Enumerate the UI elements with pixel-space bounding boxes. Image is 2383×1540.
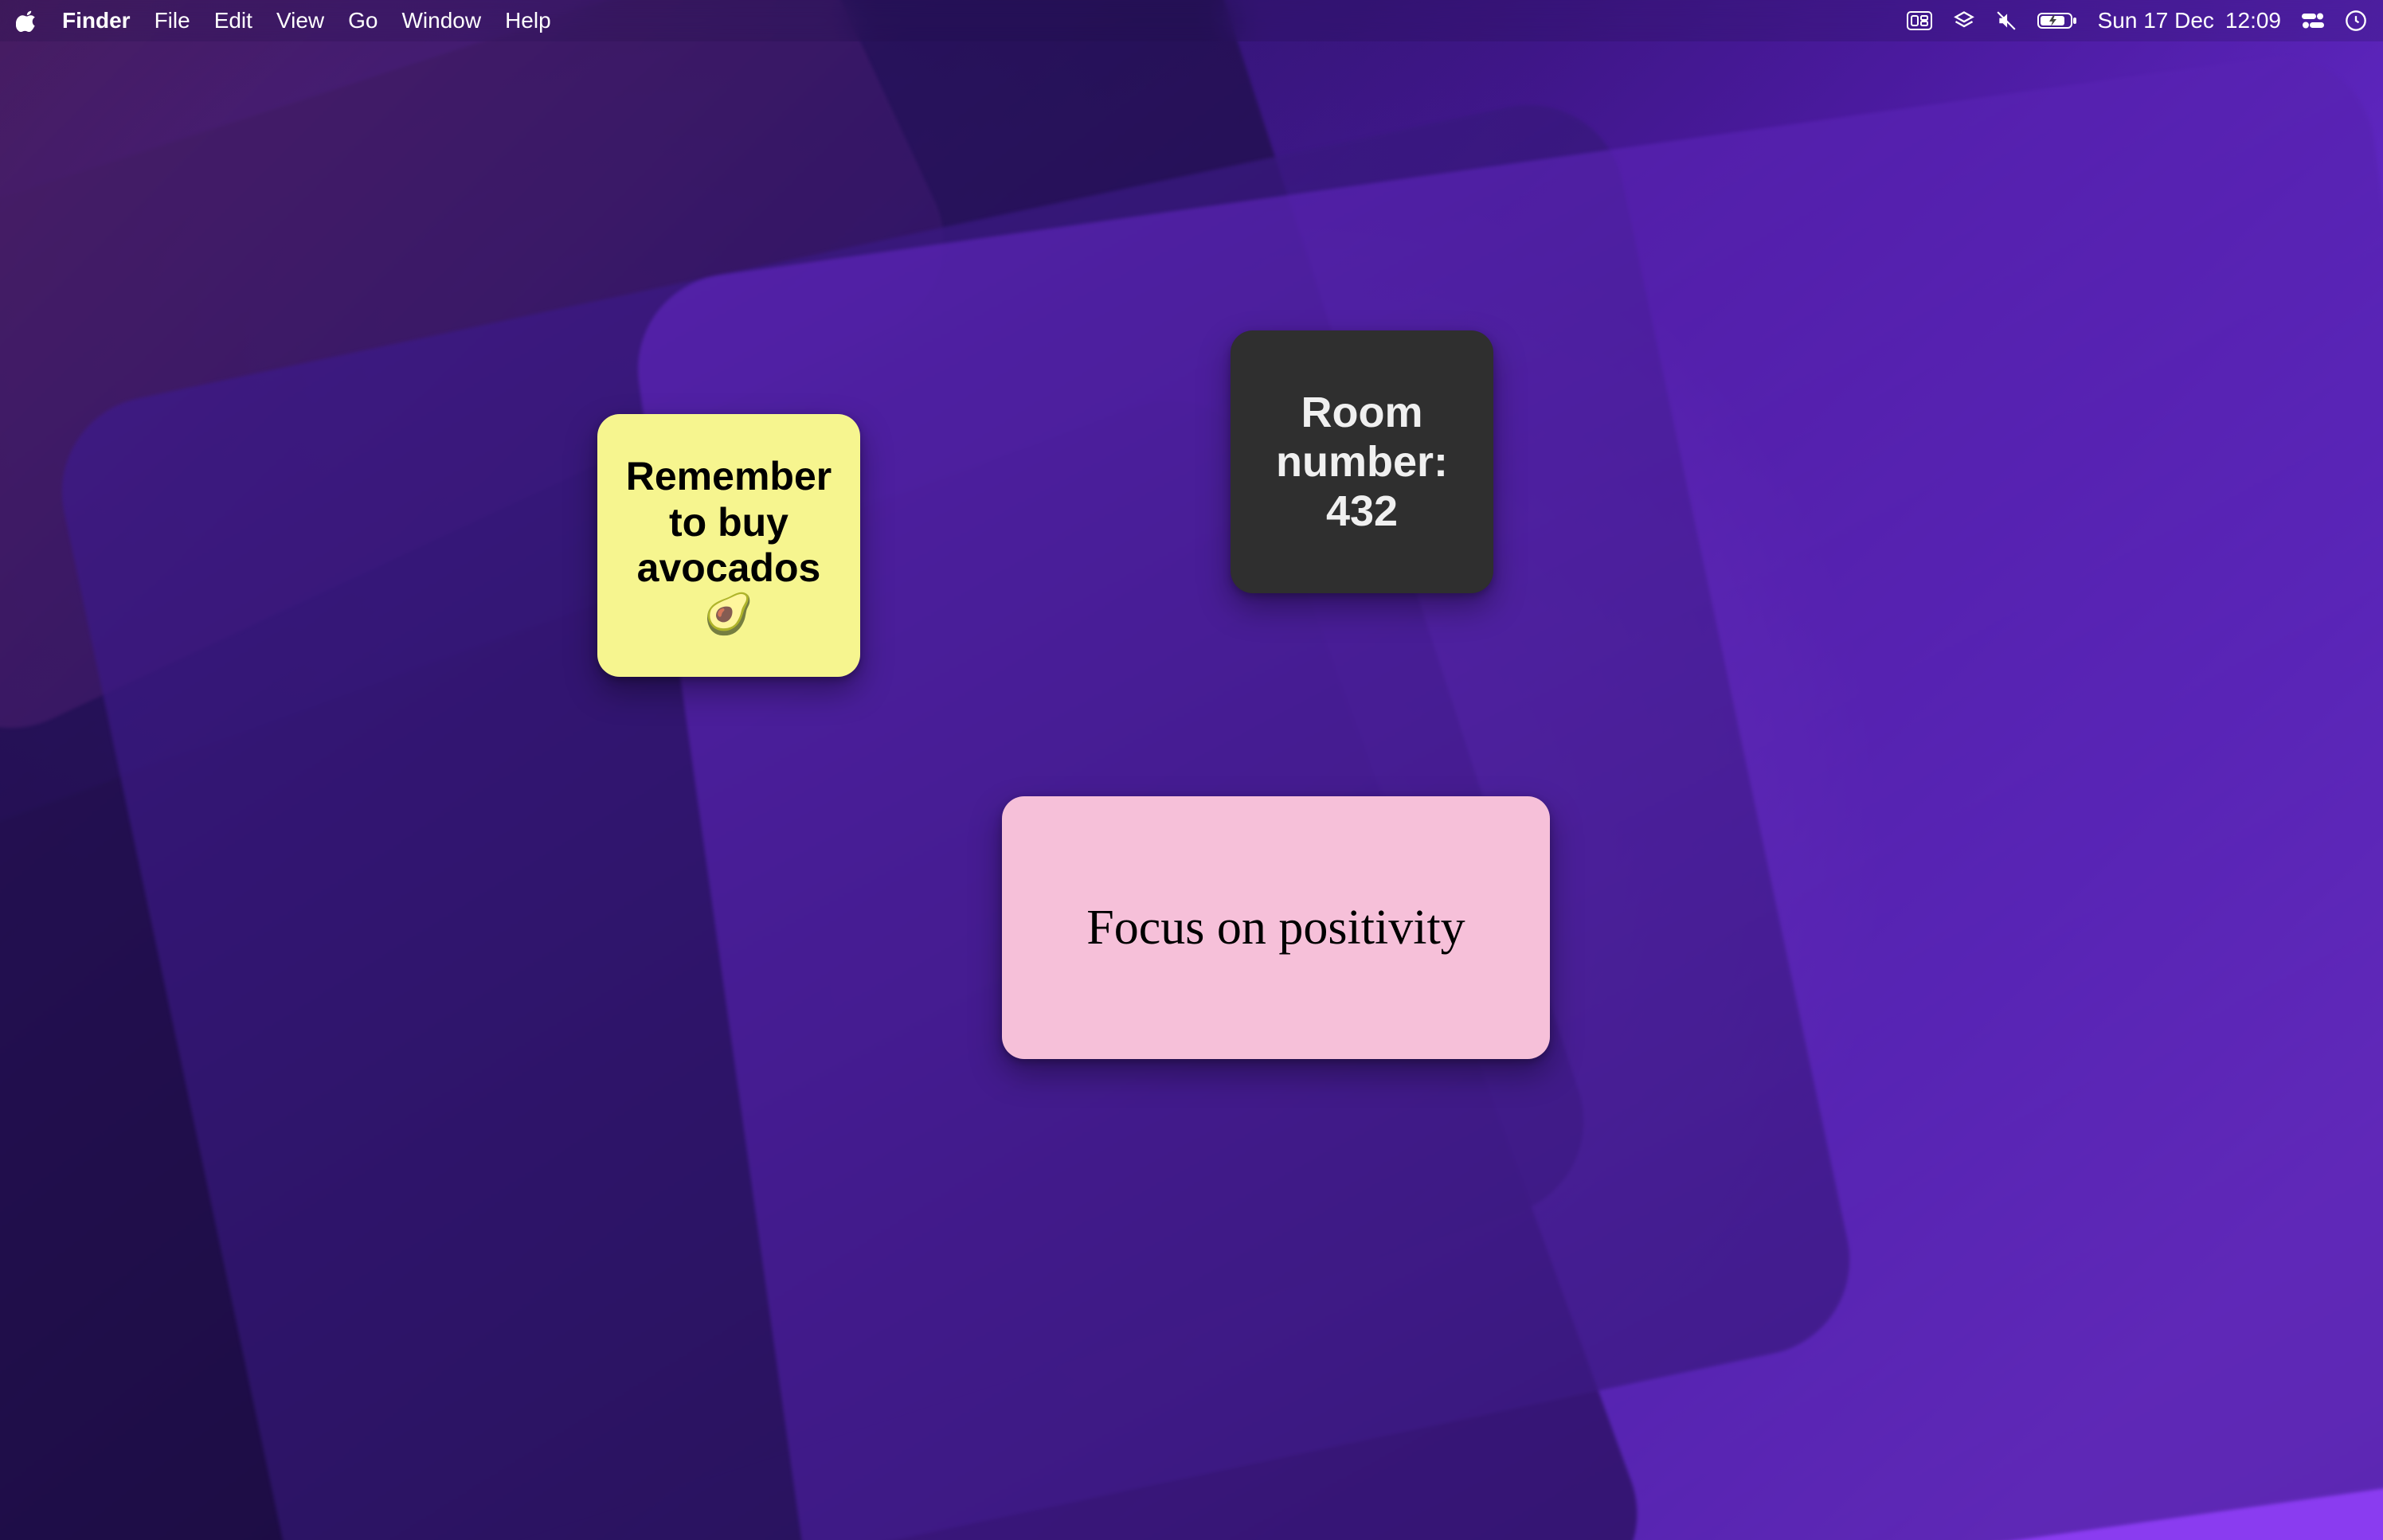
clock-icon[interactable] [2345, 10, 2367, 32]
sticky-note-text: Focus on positivity [1086, 900, 1465, 956]
stage-manager-icon[interactable] [1907, 11, 1932, 30]
layers-icon[interactable] [1953, 10, 1975, 32]
menu-bar-right: Sun 17 Dec 12:09 [1907, 8, 2367, 33]
menu-window[interactable]: Window [401, 8, 481, 33]
menubar-date[interactable]: Sun 17 Dec [2098, 8, 2214, 33]
apple-menu-icon[interactable] [16, 10, 38, 32]
sticky-note-dark[interactable]: Room number: 432 [1231, 330, 1493, 593]
menu-bar: Finder File Edit View Go Window Help Sun… [0, 0, 2383, 41]
menu-file[interactable]: File [155, 8, 190, 33]
sticky-note-text: Remember to buy avocados 🥑 [621, 454, 836, 637]
menu-app-name[interactable]: Finder [62, 8, 131, 33]
menu-help[interactable]: Help [505, 8, 551, 33]
desktop[interactable]: Finder File Edit View Go Window Help Sun… [0, 0, 2383, 1540]
menubar-time[interactable]: 12:09 [2225, 8, 2281, 33]
control-center-icon[interactable] [2302, 12, 2324, 29]
battery-charging-icon[interactable] [2037, 11, 2077, 30]
sticky-note-yellow[interactable]: Remember to buy avocados 🥑 [597, 414, 860, 677]
sticky-note-pink[interactable]: Focus on positivity [1002, 796, 1550, 1059]
menu-edit[interactable]: Edit [214, 8, 252, 33]
volume-muted-icon[interactable] [1996, 10, 2017, 31]
sticky-note-text: Room number: 432 [1254, 388, 1469, 536]
wallpaper-layers [0, 0, 2383, 1540]
menu-view[interactable]: View [276, 8, 324, 33]
menu-bar-left: Finder File Edit View Go Window Help [16, 8, 551, 33]
menu-go[interactable]: Go [348, 8, 378, 33]
